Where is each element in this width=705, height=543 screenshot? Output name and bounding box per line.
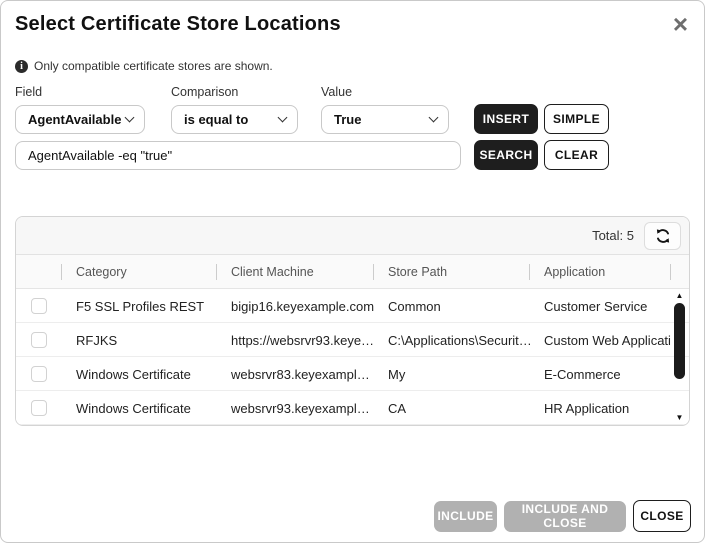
refresh-button[interactable] — [644, 222, 681, 250]
header-client-machine[interactable]: Client Machine — [217, 255, 374, 289]
info-banner: i Only compatible certificate stores are… — [15, 59, 704, 73]
header-application[interactable]: Application — [530, 255, 671, 289]
dialog-footer: INCLUDE INCLUDE AND CLOSE CLOSE — [434, 500, 691, 532]
chevron-down-icon — [278, 113, 288, 123]
clear-button[interactable]: CLEAR — [544, 140, 609, 170]
vertical-scrollbar[interactable]: ▲ ▼ — [673, 291, 686, 423]
field-select-value: AgentAvailable — [28, 112, 121, 127]
row-checkbox[interactable] — [31, 366, 47, 382]
value-select-value: True — [334, 112, 361, 127]
header-store-path[interactable]: Store Path — [374, 255, 530, 289]
search-row: SEARCH CLEAR — [15, 140, 690, 170]
scroll-down-icon[interactable]: ▼ — [676, 413, 684, 423]
store-path-cell: CA — [374, 401, 530, 416]
header-category[interactable]: Category — [62, 255, 217, 289]
table-row[interactable]: F5 SSL Profiles REST bigip16.keyexample.… — [16, 289, 689, 323]
search-button[interactable]: SEARCH — [474, 140, 538, 170]
info-text: Only compatible certificate stores are s… — [34, 59, 273, 73]
scrollbar-thumb[interactable] — [674, 303, 685, 379]
category-cell: F5 SSL Profiles REST — [62, 299, 217, 314]
application-cell: Custom Web Application — [530, 333, 671, 348]
comparison-group: Comparison is equal to — [171, 85, 321, 134]
table-header-row: Category Client Machine Store Path Appli… — [16, 255, 689, 289]
query-input[interactable] — [15, 141, 461, 170]
store-path-cell: My — [374, 367, 530, 382]
comparison-select[interactable]: is equal to — [171, 105, 298, 134]
insert-button[interactable]: INSERT — [474, 104, 538, 134]
row-checkbox[interactable] — [31, 332, 47, 348]
application-cell: E-Commerce — [530, 367, 671, 382]
close-button[interactable]: CLOSE — [633, 500, 691, 532]
scroll-up-icon[interactable]: ▲ — [676, 291, 684, 301]
dialog-header: Select Certificate Store Locations × — [1, 1, 704, 36]
table-body: F5 SSL Profiles REST bigip16.keyexample.… — [16, 289, 689, 425]
value-select[interactable]: True — [321, 105, 449, 134]
chevron-down-icon — [125, 113, 135, 123]
table-row[interactable]: RFJKS https://websrvr93.keye… C:\Applica… — [16, 323, 689, 357]
close-icon[interactable]: × — [673, 13, 688, 35]
application-cell: HR Application — [530, 401, 671, 416]
application-cell: Customer Service — [530, 299, 671, 314]
total-count: Total: 5 — [592, 228, 634, 243]
dialog-title: Select Certificate Store Locations — [15, 13, 341, 36]
table-row[interactable]: Windows Certificate websrvr93.keyexampl…… — [16, 391, 689, 425]
client-machine-cell: bigip16.keyexample.com — [217, 299, 374, 314]
include-and-close-button[interactable]: INCLUDE AND CLOSE — [504, 501, 626, 532]
store-path-cell: Common — [374, 299, 530, 314]
include-button[interactable]: INCLUDE — [434, 501, 497, 532]
category-cell: Windows Certificate — [62, 401, 217, 416]
client-machine-cell: websrvr83.keyexampl… — [217, 367, 374, 382]
field-label: Field — [15, 85, 171, 99]
client-machine-cell: https://websrvr93.keye… — [217, 333, 374, 348]
store-path-cell: C:\Applications\Securit… — [374, 333, 530, 348]
comparison-select-value: is equal to — [184, 112, 248, 127]
chevron-down-icon — [429, 113, 439, 123]
field-group: Field AgentAvailable — [15, 85, 171, 134]
refresh-icon — [654, 227, 672, 245]
simple-button[interactable]: SIMPLE — [544, 104, 609, 134]
client-machine-cell: websrvr93.keyexampl… — [217, 401, 374, 416]
category-cell: Windows Certificate — [62, 367, 217, 382]
row-checkbox[interactable] — [31, 298, 47, 314]
value-label: Value — [321, 85, 474, 99]
table-row[interactable]: Windows Certificate websrvr83.keyexampl…… — [16, 357, 689, 391]
table-toolbar: Total: 5 — [16, 217, 689, 255]
info-icon: i — [15, 60, 28, 73]
certificate-store-dialog: Select Certificate Store Locations × i O… — [0, 0, 705, 543]
category-cell: RFJKS — [62, 333, 217, 348]
header-checkbox-spacer — [16, 255, 62, 289]
field-select[interactable]: AgentAvailable — [15, 105, 145, 134]
row-checkbox[interactable] — [31, 400, 47, 416]
results-table-card: Total: 5 Category Client Machine Store P… — [15, 216, 690, 426]
comparison-label: Comparison — [171, 85, 321, 99]
value-group: Value True — [321, 85, 474, 134]
filter-row: Field AgentAvailable Comparison is equal… — [15, 85, 690, 134]
